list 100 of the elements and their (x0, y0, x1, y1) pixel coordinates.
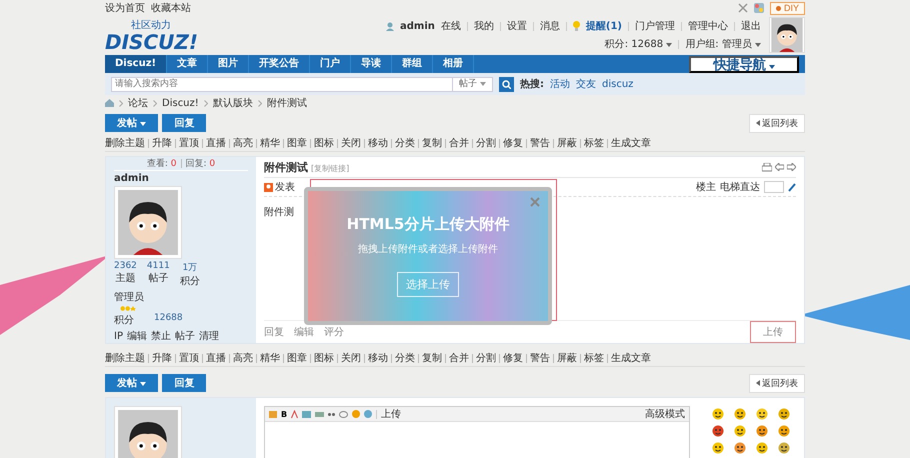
admin-action-link[interactable]: 编辑 (126, 329, 147, 343)
new-post-button[interactable]: 发帖 (105, 374, 158, 392)
admin-action-link[interactable]: 清理 (198, 329, 219, 343)
moderation-link[interactable]: 置顶 (179, 351, 199, 365)
print-icon (762, 162, 772, 172)
dialog-subtitle: 拖拽上传附件或者选择上传附件 (358, 242, 498, 256)
post-action-link[interactable]: 回复 (264, 325, 284, 339)
admin-link[interactable]: 管理中心 (688, 19, 728, 33)
stat-value[interactable]: 2362 (114, 261, 137, 271)
moderation-link[interactable]: 精华 (260, 351, 280, 365)
admin-link[interactable]: 门户管理 (635, 19, 675, 33)
nav-tab[interactable]: Discuz! (105, 55, 168, 73)
moderation-link[interactable]: 复制 (422, 136, 442, 150)
top-link[interactable]: 收藏本站 (151, 1, 191, 15)
user-group: 管理员 (114, 290, 248, 304)
search-button[interactable] (499, 76, 514, 92)
user-group-menu[interactable]: 用户组: 管理员 (685, 37, 761, 51)
moderation-link[interactable]: 升降 (152, 136, 172, 150)
moderation-link[interactable]: 分割 (476, 136, 496, 150)
moderation-link[interactable]: 修复 (503, 136, 523, 150)
moderation-link[interactable]: 生成文章 (611, 351, 651, 365)
moderation-link[interactable]: 删除主题 (105, 136, 145, 150)
breadcrumb-link[interactable]: 默认版块 (212, 96, 253, 110)
moderation-link[interactable]: 标签 (584, 351, 604, 365)
reply-editor[interactable]: B 上传 高级模式 (264, 406, 690, 458)
caret-icon (769, 64, 775, 68)
hot-search-link[interactable]: discuz (602, 78, 634, 90)
moderation-link[interactable]: 分类 (395, 136, 415, 150)
moderation-link[interactable]: 直播 (206, 136, 226, 150)
fullscreen-icon (738, 3, 748, 13)
breadcrumb-link[interactable]: 论坛 (128, 96, 148, 110)
moderation-link[interactable]: 直播 (206, 351, 226, 365)
back-to-list-button[interactable]: 返回列表 (749, 114, 805, 132)
moderation-link[interactable]: 关闭 (341, 136, 361, 150)
back-to-list-button[interactable]: 返回列表 (749, 374, 805, 392)
moderation-link[interactable]: 合并 (449, 351, 469, 365)
moderation-link[interactable]: 图标 (314, 351, 334, 365)
quick-nav-button[interactable]: 快捷导航 (689, 56, 799, 72)
moderation-link[interactable]: 置顶 (179, 136, 199, 150)
moderation-link[interactable]: 图章 (287, 351, 307, 365)
admin-link[interactable]: 退出 (741, 19, 761, 33)
moderation-link[interactable]: 移动 (368, 136, 388, 150)
editor-upload-link[interactable]: 上传 (381, 407, 402, 421)
reply-button[interactable]: 回复 (162, 374, 206, 392)
moderation-link[interactable]: 升降 (152, 351, 172, 365)
user-menu-link[interactable]: 我的 (474, 19, 494, 33)
moderation-link[interactable]: 警告 (530, 351, 550, 365)
logo[interactable]: 社区动力 DISCUZ! (105, 18, 198, 52)
moderation-link[interactable]: 精华 (260, 136, 280, 150)
username-link[interactable]: admin (400, 20, 435, 32)
moderation-link[interactable]: 合并 (449, 136, 469, 150)
breadcrumb-link[interactable]: Discuz! (162, 98, 199, 108)
post-action-link[interactable]: 评分 (324, 325, 344, 339)
moderation-link[interactable]: 屏蔽 (557, 351, 577, 365)
moderation-link[interactable]: 关闭 (341, 351, 361, 365)
moderation-link[interactable]: 图标 (314, 136, 334, 150)
stat-value[interactable]: 1万 (182, 261, 198, 274)
chevron-icon (258, 100, 262, 106)
user-menu-link[interactable]: 消息 (540, 19, 560, 33)
moderation-link[interactable]: 图章 (287, 136, 307, 150)
reply-button[interactable]: 回复 (162, 114, 206, 132)
moderation-link[interactable]: 分类 (395, 351, 415, 365)
hot-search-link[interactable]: 交友 (576, 77, 596, 91)
admin-action-link[interactable]: 禁止 (150, 329, 171, 343)
moderation-link[interactable]: 删除主题 (105, 351, 145, 365)
moderation-link[interactable]: 复制 (422, 351, 442, 365)
advanced-mode-link[interactable]: 高级模式 (645, 407, 685, 421)
points-value[interactable]: 12688 (154, 313, 183, 327)
moderation-link[interactable]: 屏蔽 (557, 136, 577, 150)
notice-link[interactable]: 提醒(1) (586, 19, 622, 33)
floor-input[interactable] (764, 181, 784, 193)
bold-button[interactable]: B (281, 410, 288, 418)
moderation-link[interactable]: 移动 (368, 351, 388, 365)
chevron-icon (153, 100, 157, 106)
avatar-drawing (118, 410, 178, 458)
moderation-link[interactable]: 警告 (530, 136, 550, 150)
moderation-link[interactable]: 高亮 (233, 136, 253, 150)
hot-search-link[interactable]: 活动 (550, 77, 570, 91)
search-type-select[interactable]: 帖子 (452, 76, 493, 92)
upload-button[interactable]: 上传 (750, 321, 796, 343)
stat-value[interactable]: 4111 (146, 261, 170, 271)
new-post-button[interactable]: 发帖 (105, 114, 158, 132)
top-link[interactable]: 设为首页 (105, 1, 145, 15)
moderation-link[interactable]: 分割 (476, 351, 496, 365)
admin-action-link[interactable]: IP (114, 330, 123, 342)
breadcrumb-link[interactable]: 附件测试 (266, 96, 307, 110)
moderation-link[interactable]: 标签 (584, 136, 604, 150)
moderation-link[interactable]: 生成文章 (611, 136, 651, 150)
author-name[interactable]: admin (114, 173, 248, 184)
search-field[interactable]: 请输入搜索内容 (111, 76, 452, 92)
admin-action-link[interactable]: 帖子 (174, 329, 195, 343)
moderation-link[interactable]: 修复 (503, 351, 523, 365)
user-badge-icon (264, 182, 273, 192)
caret-icon (140, 122, 146, 126)
post-action-link[interactable]: 编辑 (294, 325, 314, 339)
moderation-link[interactable]: 高亮 (233, 351, 253, 365)
points-menu[interactable]: 积分: 12688 (604, 37, 672, 51)
user-menu-link[interactable]: 设置 (506, 19, 527, 33)
post-time: 发表 (275, 180, 295, 194)
palette-icon (754, 3, 764, 13)
